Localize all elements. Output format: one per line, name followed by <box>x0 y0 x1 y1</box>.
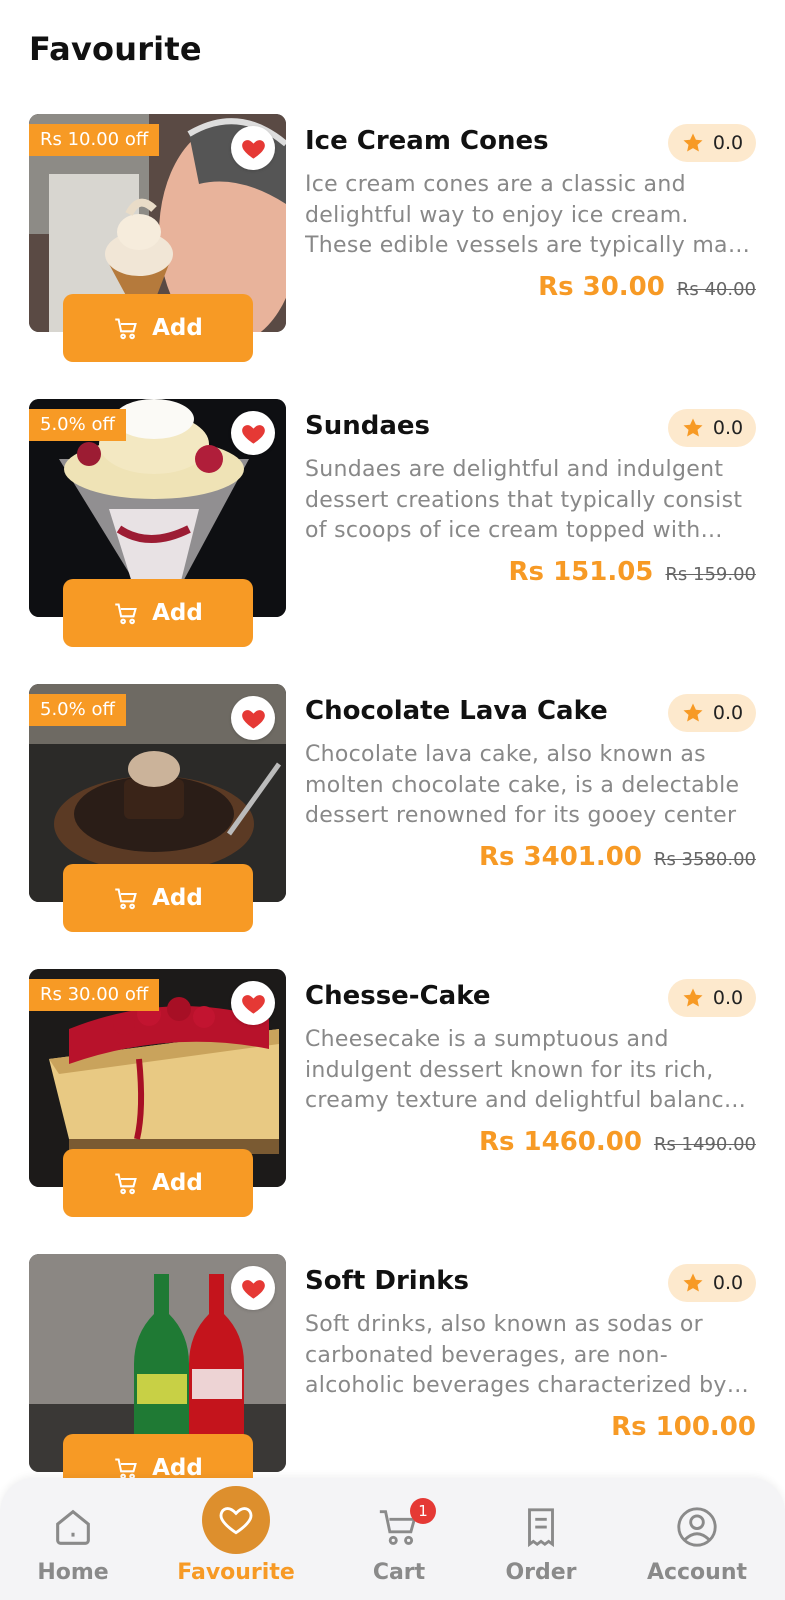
item-name[interactable]: Ice Cream Cones <box>305 126 549 156</box>
price: Rs 3401.00 <box>478 842 642 872</box>
nav-cart[interactable]: 1 Cart <box>324 1478 474 1600</box>
add-to-cart-button[interactable]: Add <box>63 1149 253 1217</box>
price: Rs 30.00 <box>538 272 665 302</box>
nav-favourite[interactable]: Favourite <box>161 1478 311 1600</box>
rating-badge: 0.0 <box>668 979 756 1017</box>
price: Rs 100.00 <box>611 1412 756 1442</box>
nav-account[interactable]: Account <box>622 1478 772 1600</box>
price: Rs 151.05 <box>508 557 654 587</box>
favourite-toggle[interactable] <box>231 981 275 1025</box>
item-description: Sundaes are delightful and indulgent des… <box>305 457 743 543</box>
rating-value: 0.0 <box>712 987 744 1009</box>
item-name[interactable]: Chesse-Cake <box>305 981 490 1011</box>
star-icon <box>683 703 703 722</box>
add-button-label: Add <box>152 315 203 341</box>
item-description: Chocolate lava cake, also known as molte… <box>305 742 740 828</box>
add-to-cart-button[interactable]: Add <box>63 864 253 932</box>
nav-account-label: Account <box>646 1560 748 1585</box>
nav-home-label: Home <box>37 1560 109 1585</box>
old-price: Rs 159.00 <box>665 564 756 585</box>
favourite-toggle[interactable] <box>231 696 275 740</box>
star-icon <box>683 1273 703 1292</box>
rating-value: 0.0 <box>712 1272 744 1294</box>
price-group: Rs 3401.00 Rs 3580.00 <box>479 842 756 872</box>
rating-value: 0.0 <box>712 132 744 154</box>
cart-icon <box>115 1457 137 1478</box>
heart-icon <box>241 1279 265 1299</box>
old-price: Rs 3580.00 <box>653 849 756 870</box>
cart-icon <box>115 1172 137 1194</box>
discount-badge: Rs 10.00 off <box>29 124 160 156</box>
cart-icon <box>115 317 137 339</box>
account-icon <box>674 1504 720 1550</box>
price: Rs 1460.00 <box>478 1127 642 1157</box>
discount-badge: 5.0% off <box>29 694 126 726</box>
rating-value: 0.0 <box>712 417 744 439</box>
star-icon <box>683 418 703 437</box>
list-item[interactable]: Add Soft Drinks 0.0 Soft drinks, also kn… <box>0 1254 785 1478</box>
price-group: Rs 30.00 Rs 40.00 <box>538 272 756 302</box>
add-button-label: Add <box>152 885 203 911</box>
nav-favourite-label: Favourite <box>177 1560 295 1585</box>
list-item[interactable]: Rs 10.00 off Add Ice Cream Cones 0.0 Ice… <box>0 114 785 374</box>
price-group: Rs 151.05 Rs 159.00 <box>509 557 756 587</box>
rating-badge: 0.0 <box>668 124 756 162</box>
star-icon <box>683 133 703 152</box>
nav-order[interactable]: Order <box>466 1478 616 1600</box>
star-icon <box>683 988 703 1007</box>
item-description: Soft drinks, also known as sodas or carb… <box>305 1312 727 1398</box>
item-description: Cheesecake is a sumptuous and indulgent … <box>305 1027 738 1113</box>
cart-count-badge: 1 <box>410 1498 436 1524</box>
item-name[interactable]: Chocolate Lava Cake <box>305 696 608 726</box>
heart-icon <box>241 139 265 159</box>
add-to-cart-button[interactable]: Add <box>63 294 253 362</box>
nav-order-label: Order <box>505 1560 577 1585</box>
favourite-toggle[interactable] <box>231 126 275 170</box>
rating-badge: 0.0 <box>668 1264 756 1302</box>
favourite-toggle[interactable] <box>231 411 275 455</box>
list-item[interactable]: 5.0% off Add Sundaes 0.0 Sundaes are del… <box>0 399 785 659</box>
heart-icon <box>202 1486 270 1554</box>
bottom-navigation: Home Favourite 1 Cart Order Account <box>0 1478 785 1600</box>
heart-icon <box>241 424 265 444</box>
list-item[interactable]: Rs 30.00 off Add Chesse-Cake 0.0 Cheesec… <box>0 969 785 1229</box>
cart-icon <box>115 887 137 909</box>
favourite-toggle[interactable] <box>231 1266 275 1310</box>
rating-value: 0.0 <box>712 702 744 724</box>
list-item[interactable]: 5.0% off Add Chocolate Lava Cake 0.0 Cho… <box>0 684 785 944</box>
cart-icon <box>115 602 137 624</box>
rating-badge: 0.0 <box>668 694 756 732</box>
item-name[interactable]: Sundaes <box>305 411 430 441</box>
nav-home[interactable]: Home <box>0 1478 148 1600</box>
rating-badge: 0.0 <box>668 409 756 447</box>
heart-icon <box>241 709 265 729</box>
item-description: Ice cream cones are a classic and deligh… <box>305 172 756 258</box>
old-price: Rs 40.00 <box>676 279 756 300</box>
heart-icon <box>241 994 265 1014</box>
discount-badge: Rs 30.00 off <box>29 979 160 1011</box>
add-button-label: Add <box>152 1455 203 1478</box>
order-icon <box>518 1504 564 1550</box>
add-to-cart-button[interactable]: Add <box>63 579 253 647</box>
item-name[interactable]: Soft Drinks <box>305 1266 469 1296</box>
add-to-cart-button[interactable]: Add <box>63 1434 253 1478</box>
add-button-label: Add <box>152 1170 203 1196</box>
price-group: Rs 100.00 <box>611 1412 756 1442</box>
discount-badge: 5.0% off <box>29 409 126 441</box>
old-price: Rs 1490.00 <box>653 1134 756 1155</box>
home-icon <box>50 1504 96 1550</box>
cart-icon: 1 <box>376 1498 436 1550</box>
nav-cart-label: Cart <box>372 1560 426 1585</box>
favourite-list[interactable]: Rs 10.00 off Add Ice Cream Cones 0.0 Ice… <box>0 0 785 1478</box>
price-group: Rs 1460.00 Rs 1490.00 <box>479 1127 756 1157</box>
add-button-label: Add <box>152 600 203 626</box>
